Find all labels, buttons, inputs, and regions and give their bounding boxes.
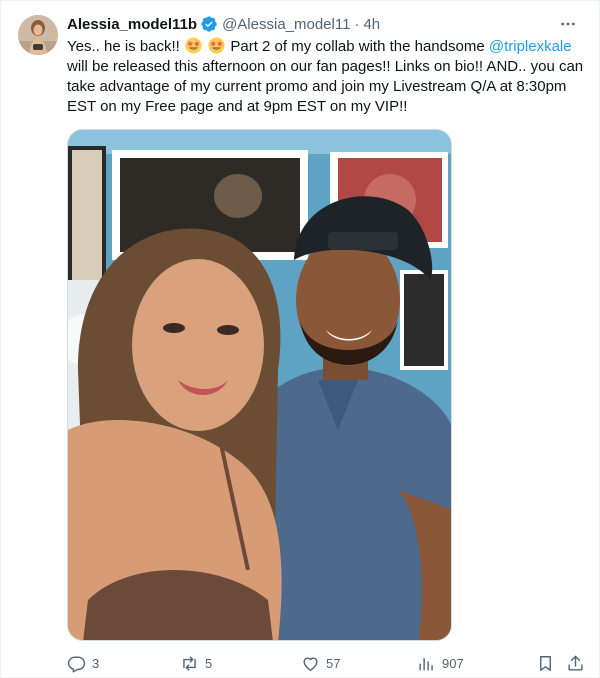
reply-icon xyxy=(67,655,86,673)
repost-icon xyxy=(183,655,196,671)
like-button[interactable]: 57 xyxy=(301,651,340,675)
mention-link[interactable]: @triplexkale xyxy=(489,38,572,55)
like-count: 57 xyxy=(326,655,341,671)
views-count: 907 xyxy=(442,655,464,671)
handle[interactable]: @Alessia_model11 xyxy=(222,16,350,33)
tweet-card[interactable]: Alessia_model11b @Alessia_model11 · 4h Y… xyxy=(0,0,600,678)
views-button[interactable]: 907 xyxy=(417,651,464,675)
repost-count: 5 xyxy=(205,655,213,671)
timestamp[interactable]: 4h xyxy=(363,16,380,33)
more-icon[interactable] xyxy=(557,13,579,35)
bookmark-button[interactable] xyxy=(536,651,555,675)
tweet-photo[interactable] xyxy=(67,129,452,641)
reply-button[interactable]: 3 xyxy=(67,651,99,675)
separator-dot: · xyxy=(354,15,360,33)
reply-count: 3 xyxy=(92,655,100,671)
views-icon xyxy=(419,657,433,671)
verified-badge-icon xyxy=(200,15,218,33)
tweet-text-part1: Yes.. he is back!! xyxy=(67,38,180,55)
share-icon xyxy=(568,655,583,671)
tweet-text-part2: Part 2 of my collab with the handsome xyxy=(226,38,489,55)
bookmark-icon xyxy=(540,655,551,671)
share-button[interactable] xyxy=(566,651,585,675)
action-bar: 3 5 57 907 xyxy=(67,651,587,675)
repost-button[interactable]: 5 xyxy=(180,651,212,675)
avatar[interactable] xyxy=(18,15,58,55)
tweet-text-part3: will be released this afternoon on our f… xyxy=(67,58,584,115)
star-struck-emoji xyxy=(185,37,202,54)
like-icon xyxy=(303,657,318,671)
tweet-text: Yes.. he is back!! Part 2 of my collab w… xyxy=(67,37,587,117)
display-name[interactable]: Alessia_model11b xyxy=(67,16,197,33)
tweet-header: Alessia_model11b @Alessia_model11 · 4h xyxy=(67,13,583,35)
star-struck-emoji xyxy=(208,37,225,54)
